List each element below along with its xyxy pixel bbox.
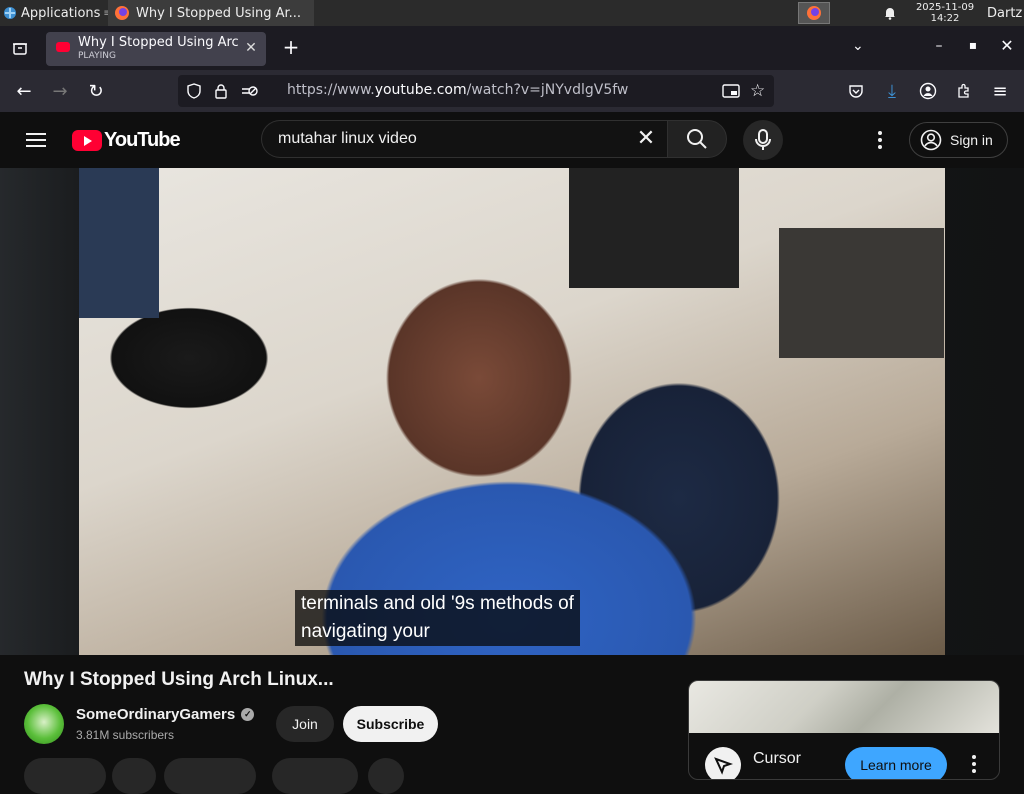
voice-search-button[interactable]	[743, 120, 783, 160]
video-background-computer	[779, 228, 944, 358]
ad-advertiser-name[interactable]: Cursor	[753, 750, 801, 768]
more-actions-button[interactable]	[368, 758, 404, 794]
reload-icon[interactable]: ↻	[84, 79, 108, 103]
window-close-button[interactable]: ✕	[998, 36, 1016, 55]
account-circle-icon	[920, 129, 942, 151]
channel-avatar[interactable]	[24, 704, 64, 744]
window-maximize-button[interactable]: ▪	[964, 38, 982, 52]
firefox-icon	[807, 6, 821, 20]
ad-advertiser-logo-icon[interactable]	[705, 747, 741, 779]
video-background-monitor	[569, 168, 739, 288]
browser-tab-active[interactable]: Why I Stopped Using Arch PLAYING ✕	[46, 32, 266, 66]
os-taskbar: Applications ≡ Why I Stopped Using Ar...…	[0, 0, 1024, 26]
microphone-icon	[755, 129, 771, 150]
url-bar[interactable]: https://www.youtube.com/watch?v=jNYvdlgV…	[178, 75, 774, 107]
firefox-icon	[115, 6, 129, 20]
list-all-tabs-chevron-icon[interactable]: ⌄	[852, 38, 864, 54]
downloads-icon[interactable]: ⤓	[880, 79, 904, 103]
taskbar-window-button[interactable]: Why I Stopped Using Ar...	[108, 0, 314, 26]
forward-arrow-icon[interactable]: →	[48, 79, 72, 103]
clock-time: 14:22	[930, 13, 960, 24]
clock[interactable]: 2025-11-09 14:22	[910, 0, 980, 26]
browser-nav-toolbar: ← → ↻ https://www.youtube.com/watch?v=jN…	[0, 70, 1024, 112]
sign-in-button[interactable]: Sign in	[909, 122, 1008, 158]
sponsored-ad-card[interactable]: Cursor Learn more	[688, 680, 1000, 780]
guide-menu-icon[interactable]	[24, 129, 48, 151]
applications-icon	[4, 7, 16, 19]
url-text[interactable]: https://www.youtube.com/watch?v=jNYvdlgV…	[287, 82, 628, 98]
caption-line: terminals and old '9s methods of	[301, 593, 574, 614]
youtube-logo[interactable]: YouTube	[72, 129, 181, 152]
subscriber-count: 3.81M subscribers	[76, 728, 175, 742]
settings-more-icon[interactable]	[870, 128, 890, 152]
ad-more-options-icon[interactable]	[971, 755, 977, 773]
back-arrow-icon[interactable]: ←	[12, 79, 36, 103]
caption-line: navigating your	[301, 621, 430, 642]
taskbar-window-title: Why I Stopped Using Ar...	[136, 5, 302, 21]
ad-learn-more-button[interactable]: Learn more	[845, 747, 947, 779]
channel-name-link[interactable]: SomeOrdinaryGamers ✓	[76, 706, 255, 723]
applications-menu[interactable]: Applications ≡	[0, 0, 112, 26]
tab-audio-status: PLAYING	[78, 51, 116, 61]
tab-title: Why I Stopped Using Arch	[78, 35, 238, 50]
firefox-view-button[interactable]	[8, 36, 32, 60]
applications-label: Applications	[21, 5, 101, 21]
subscribe-button[interactable]: Subscribe	[343, 706, 438, 742]
extensions-puzzle-icon[interactable]	[952, 79, 976, 103]
share-button[interactable]	[112, 758, 156, 794]
url-domain: youtube.com	[374, 82, 467, 98]
channel-name: SomeOrdinaryGamers	[76, 706, 236, 723]
video-frame[interactable]: terminals and old '9s methods of navigat…	[79, 168, 945, 655]
clock-date: 2025-11-09	[915, 2, 975, 13]
window-minimize-button[interactable]: –	[930, 38, 948, 54]
picture-in-picture-icon[interactable]	[722, 83, 740, 103]
pocket-icon[interactable]	[844, 79, 868, 103]
like-dislike-button[interactable]	[24, 758, 106, 794]
hamburger-menu-icon[interactable]: ≡	[988, 79, 1012, 103]
verified-check-icon: ✓	[241, 708, 255, 721]
notification-bell-icon[interactable]	[880, 0, 900, 26]
video-player[interactable]: terminals and old '9s methods of navigat…	[0, 168, 1024, 655]
search-icon	[687, 129, 707, 149]
lock-icon[interactable]	[214, 83, 228, 103]
url-path: /watch?v=jNYvdlgV5fw	[466, 82, 629, 98]
browser-tab-bar: Why I Stopped Using Arch PLAYING ✕ + ⌄ –…	[0, 26, 1024, 70]
url-prefix: https://www.	[287, 82, 375, 98]
account-icon[interactable]	[916, 79, 940, 103]
youtube-header: YouTube ✕ Sign in	[0, 112, 1024, 168]
sign-in-label: Sign in	[950, 132, 993, 148]
youtube-logo-text: YouTube	[104, 129, 181, 151]
new-tab-button[interactable]: +	[280, 36, 302, 58]
search-input[interactable]	[278, 130, 608, 148]
youtube-play-logo-icon	[72, 130, 102, 151]
ad-banner-image[interactable]	[689, 681, 999, 733]
youtube-favicon-icon	[56, 42, 70, 52]
video-title: Why I Stopped Using Arch Linux...	[24, 669, 334, 690]
join-button[interactable]: Join	[276, 706, 334, 742]
tab-close-icon[interactable]: ✕	[242, 39, 260, 57]
search-button[interactable]	[667, 120, 727, 158]
clear-search-icon[interactable]: ✕	[634, 127, 658, 151]
bookmark-star-icon[interactable]: ☆	[750, 81, 765, 101]
tray-firefox-button[interactable]	[798, 2, 830, 24]
download-button[interactable]	[164, 758, 256, 794]
video-caption: terminals and old '9s methods of navigat…	[295, 590, 580, 646]
user-menu[interactable]: Dartz	[987, 0, 1022, 26]
tracking-protection-shield-icon[interactable]	[186, 83, 202, 103]
search-box: ✕	[261, 120, 667, 158]
firefox-view-icon	[13, 43, 27, 55]
permissions-icon[interactable]	[240, 83, 258, 103]
video-background-monitor	[79, 168, 159, 318]
save-button[interactable]	[272, 758, 358, 794]
